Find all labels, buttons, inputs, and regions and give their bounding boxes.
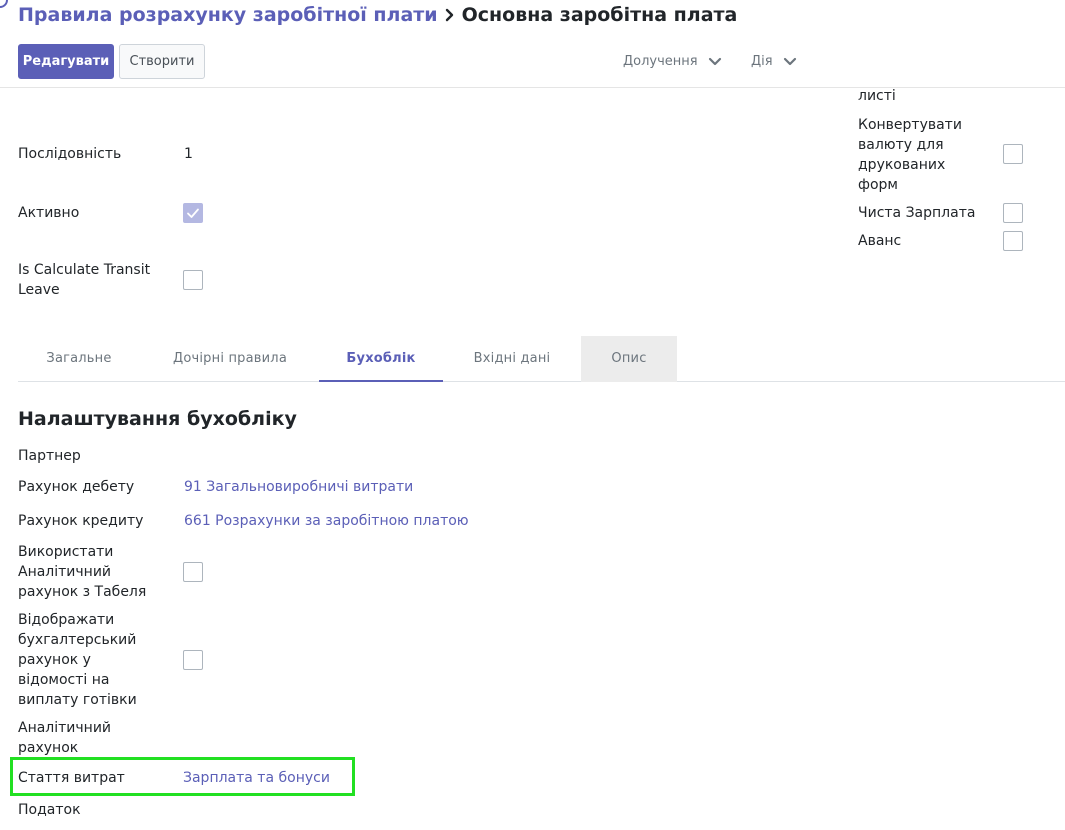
convert-currency-label: Конвертувати валюту для друкованих форм (858, 117, 962, 193)
tab-general[interactable]: Загальне (18, 336, 140, 382)
debit-account-link[interactable]: 91 Загальновиробничі витрати (184, 477, 413, 497)
create-button[interactable]: Створити (119, 44, 205, 79)
control-panel: Правила розрахунку заробітної плати Осно… (0, 0, 1065, 88)
breadcrumb-parent-link[interactable]: Правила розрахунку заробітної плати (18, 3, 438, 27)
tax-label: Податок (18, 802, 81, 818)
show-account-checkbox[interactable] (183, 650, 203, 670)
net-salary-checkbox[interactable] (1003, 203, 1023, 223)
attachments-label: Долучення (623, 54, 698, 69)
partner-label: Партнер (18, 448, 81, 464)
attachments-dropdown[interactable]: Долучення (623, 50, 722, 74)
chevron-down-icon (783, 57, 797, 67)
checkmark-icon (187, 208, 199, 218)
credit-account-link[interactable]: 661 Розрахунки за заробітною платою (184, 511, 469, 531)
notebook-tabs: Загальне Дочірні правила Бухоблік Вхідні… (18, 336, 1065, 382)
accounting-section-title: Налаштування бухобліку (18, 408, 297, 430)
breadcrumb: Правила розрахунку заробітної плати Осно… (18, 3, 737, 27)
edge-circle-icon (0, 0, 8, 8)
breadcrumb-current: Основна заробітна плата (461, 4, 738, 26)
use-analytic-label: Використати Аналітичний рахунок з Табеля (18, 544, 147, 600)
active-checkbox[interactable] (183, 203, 203, 223)
advance-label: Аванс (858, 233, 902, 249)
advance-checkbox[interactable] (1003, 231, 1023, 251)
action-dropdown[interactable]: Дія (751, 50, 797, 74)
sequence-value[interactable]: 1 (184, 144, 193, 164)
active-label: Активно (18, 205, 80, 221)
tab-accounting[interactable]: Бухоблік (319, 336, 443, 382)
net-salary-label: Чиста Зарплата (858, 205, 976, 221)
tab-inputs[interactable]: Вхідні дані (459, 336, 565, 382)
tab-description[interactable]: Опис (581, 336, 677, 382)
tab-child-rules[interactable]: Дочірні правила (158, 336, 302, 382)
transit-leave-checkbox[interactable] (183, 270, 203, 290)
use-analytic-checkbox[interactable] (183, 562, 203, 582)
credit-account-label: Рахунок кредиту (18, 513, 144, 529)
cut-off-label-fragment: листі (858, 88, 896, 104)
sequence-label: Послідовність (18, 146, 122, 162)
edit-button[interactable]: Редагувати (18, 44, 114, 79)
transit-leave-label: Is Calculate Transit Leave (18, 262, 151, 298)
analytic-account-label: Аналітичний рахунок (18, 720, 112, 756)
highlight-box (10, 757, 355, 796)
convert-currency-checkbox[interactable] (1003, 144, 1023, 164)
chevron-right-icon (438, 3, 462, 27)
chevron-down-icon (708, 57, 722, 67)
action-label: Дія (751, 54, 773, 69)
show-account-label: Відображати бухгалтерський рахунок у від… (18, 612, 137, 708)
debit-account-label: Рахунок дебету (18, 479, 135, 495)
